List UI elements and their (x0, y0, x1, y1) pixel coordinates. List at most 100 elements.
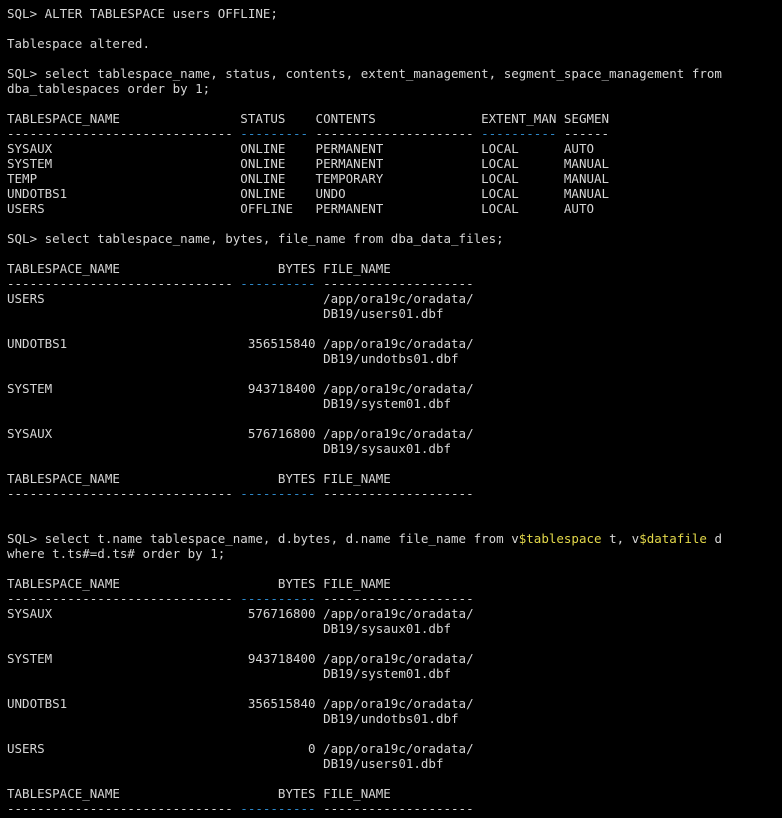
terminal-line: SYSTEM ONLINE PERMANENT LOCAL MANUAL (7, 156, 782, 171)
column-separator: ---------- (240, 276, 316, 291)
terminal-line: ------------------------------ ---------… (7, 126, 782, 141)
terminal-text: TABLESPACE_NAME BYTES FILE_NAME (7, 786, 391, 801)
terminal-text: ------------------------------ (7, 801, 241, 816)
terminal-text: t, v (601, 531, 640, 546)
terminal-line: where t.ts#=d.ts# order by 1; (7, 546, 782, 561)
terminal-line: DB19/undotbs01.dbf (7, 351, 782, 366)
terminal-text: dba_tablespaces order by 1; (7, 81, 211, 96)
terminal-line: USERS OFFLINE PERMANENT LOCAL AUTO (7, 201, 782, 216)
terminal-line: DB19/users01.dbf (7, 756, 782, 771)
terminal-line: USERS /app/ora19c/oradata/ (7, 291, 782, 306)
terminal-line: SYSTEM 943718400 /app/ora19c/oradata/ (7, 381, 782, 396)
terminal-text: SYSAUX 576716800 /app/ora19c/oradata/ (7, 606, 474, 621)
terminal-text: TABLESPACE_NAME BYTES FILE_NAME (7, 261, 391, 276)
column-separator: ---------- (240, 486, 316, 501)
terminal-text: UNDOTBS1 ONLINE UNDO LOCAL MANUAL (7, 186, 610, 201)
terminal-line: UNDOTBS1 356515840 /app/ora19c/oradata/ (7, 336, 782, 351)
terminal-line: SQL> ALTER TABLESPACE users OFFLINE; (7, 6, 782, 21)
terminal-text: SYSTEM ONLINE PERMANENT LOCAL MANUAL (7, 156, 610, 171)
terminal-line: TABLESPACE_NAME BYTES FILE_NAME (7, 576, 782, 591)
column-separator: --------- (240, 126, 309, 141)
terminal-text: TABLESPACE_NAME BYTES FILE_NAME (7, 471, 391, 486)
terminal-line: DB19/users01.dbf (7, 306, 782, 321)
terminal-text: UNDOTBS1 356515840 /app/ora19c/oradata/ (7, 336, 474, 351)
terminal-text: SQL> ALTER TABLESPACE users OFFLINE; (7, 6, 278, 21)
terminal-text: UNDOTBS1 356515840 /app/ora19c/oradata/ (7, 696, 474, 711)
terminal-line: ------------------------------ ---------… (7, 801, 782, 816)
terminal-line: SYSTEM 943718400 /app/ora19c/oradata/ (7, 651, 782, 666)
terminal-line: Tablespace altered. (7, 36, 782, 51)
terminal-line: UNDOTBS1 356515840 /app/ora19c/oradata/ (7, 696, 782, 711)
terminal-line: DB19/sysaux01.dbf (7, 441, 782, 456)
terminal-text: USERS 0 /app/ora19c/oradata/ (7, 741, 474, 756)
terminal-text: where t.ts#=d.ts# order by 1; (7, 546, 226, 561)
terminal-line: ------------------------------ ---------… (7, 591, 782, 606)
terminal-text: SYSAUX ONLINE PERMANENT LOCAL AUTO (7, 141, 594, 156)
terminal-text: SQL> select tablespace_name, bytes, file… (7, 231, 504, 246)
terminal-text: SYSAUX 576716800 /app/ora19c/oradata/ (7, 426, 474, 441)
terminal-line: dba_tablespaces order by 1; (7, 81, 782, 96)
terminal-line: TABLESPACE_NAME STATUS CONTENTS EXTENT_M… (7, 111, 782, 126)
terminal-line: USERS 0 /app/ora19c/oradata/ (7, 741, 782, 756)
terminal-text: SYSTEM 943718400 /app/ora19c/oradata/ (7, 381, 474, 396)
terminal-text: SQL> select t.name tablespace_name, d.by… (7, 531, 519, 546)
highlighted-token: $datafile (639, 531, 707, 546)
terminal-text: SQL> select tablespace_name, status, con… (7, 66, 722, 81)
terminal-line: TEMP ONLINE TEMPORARY LOCAL MANUAL (7, 171, 782, 186)
column-separator: ---------- (481, 126, 557, 141)
terminal-text: DB19/system01.dbf (7, 666, 452, 681)
terminal-text: -------------------- (315, 801, 474, 816)
terminal-text: DB19/users01.dbf (7, 756, 444, 771)
terminal-text: -------------------- (315, 276, 474, 291)
terminal-line: DB19/sysaux01.dbf (7, 621, 782, 636)
terminal-text: DB19/undotbs01.dbf (7, 711, 459, 726)
terminal-line: SQL> select tablespace_name, status, con… (7, 66, 782, 81)
terminal-text: ------------------------------ (7, 276, 241, 291)
terminal-text: --------------------- (308, 126, 482, 141)
terminal-line: SYSAUX 576716800 /app/ora19c/oradata/ (7, 606, 782, 621)
terminal-text: DB19/sysaux01.dbf (7, 621, 452, 636)
terminal-line: TABLESPACE_NAME BYTES FILE_NAME (7, 261, 782, 276)
terminal-line: SYSAUX ONLINE PERMANENT LOCAL AUTO (7, 141, 782, 156)
terminal-line: ------------------------------ ---------… (7, 276, 782, 291)
terminal-text: TABLESPACE_NAME STATUS CONTENTS EXTENT_M… (7, 111, 610, 126)
terminal-line: SQL> select t.name tablespace_name, d.by… (7, 531, 782, 546)
highlighted-token: $tablespace (518, 531, 602, 546)
column-separator: ---------- (240, 591, 316, 606)
terminal-text: SYSTEM 943718400 /app/ora19c/oradata/ (7, 651, 474, 666)
terminal-text: DB19/system01.dbf (7, 396, 452, 411)
terminal-text: DB19/undotbs01.dbf (7, 351, 459, 366)
terminal-text: -------------------- (315, 591, 474, 606)
terminal-text: DB19/sysaux01.dbf (7, 441, 452, 456)
terminal-line: ------------------------------ ---------… (7, 486, 782, 501)
terminal-text: Tablespace altered. (7, 36, 150, 51)
terminal-text: USERS OFFLINE PERMANENT LOCAL AUTO (7, 201, 594, 216)
terminal-text: -------------------- (315, 486, 474, 501)
terminal-line: DB19/system01.dbf (7, 396, 782, 411)
terminal-text: d (706, 531, 722, 546)
terminal-line: SQL> select tablespace_name, bytes, file… (7, 231, 782, 246)
terminal-text: DB19/users01.dbf (7, 306, 444, 321)
terminal-text: TABLESPACE_NAME BYTES FILE_NAME (7, 576, 391, 591)
terminal-line: SYSAUX 576716800 /app/ora19c/oradata/ (7, 426, 782, 441)
column-separator: ---------- (240, 801, 316, 816)
terminal-line: TABLESPACE_NAME BYTES FILE_NAME (7, 471, 782, 486)
terminal-text: ------ (556, 126, 610, 141)
terminal-output[interactable]: SQL> ALTER TABLESPACE users OFFLINE; Tabl… (7, 6, 782, 816)
terminal-text: TEMP ONLINE TEMPORARY LOCAL MANUAL (7, 171, 610, 186)
terminal-text: ------------------------------ (7, 126, 241, 141)
terminal-line: UNDOTBS1 ONLINE UNDO LOCAL MANUAL (7, 186, 782, 201)
